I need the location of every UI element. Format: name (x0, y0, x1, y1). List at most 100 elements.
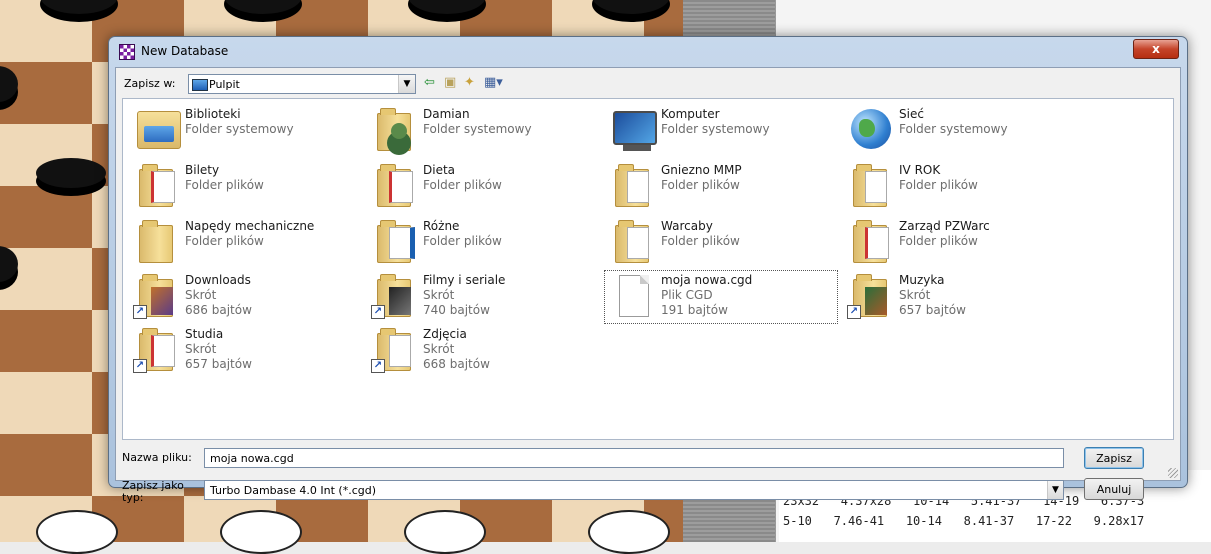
up-folder-icon[interactable]: ▣ (444, 76, 456, 90)
list-item-iv-rok[interactable]: IV ROK Folder plików (843, 161, 1075, 213)
item-size: 657 bajtów (899, 303, 966, 317)
user-folder-icon (371, 107, 417, 153)
folder-icon (847, 163, 893, 209)
item-type: Folder plików (899, 234, 978, 248)
filetype-value: Turbo Dambase 4.0 Int (*.cgd) (210, 484, 377, 497)
item-name: Gniezno MMP (661, 163, 742, 177)
app-icon (119, 44, 135, 60)
list-item-napedy-mechaniczne[interactable]: Napędy mechaniczne Folder plików (129, 217, 361, 269)
item-type: Skrót (423, 342, 455, 356)
filetype-select[interactable]: Turbo Dambase 4.0 Int (*.cgd) ▼ (204, 480, 1064, 500)
move-log-row: 5-10 7.46-41 10-14 8.41-37 17-22 9.28x17 (783, 514, 1145, 528)
item-size: 657 bajtów (185, 357, 252, 371)
folder-icon (847, 219, 893, 265)
shortcut-icon: ↗ (371, 327, 417, 373)
list-item-gniezno-mmp[interactable]: Gniezno MMP Folder plików (605, 161, 837, 213)
list-item-filmy-i-seriale[interactable]: ↗ Filmy i seriale Skrót 740 bajtów (367, 271, 599, 323)
list-item-bilety[interactable]: Bilety Folder plików (129, 161, 361, 213)
shortcut-icon: ↗ (371, 273, 417, 319)
item-size: 191 bajtów (661, 303, 728, 317)
close-button[interactable]: x (1133, 39, 1179, 59)
item-type: Skrót (185, 288, 217, 302)
filetype-label-line2: typ: (122, 491, 144, 504)
new-folder-icon[interactable]: ✦ (464, 76, 475, 90)
item-name: Dieta (423, 163, 456, 177)
list-item-warcaby[interactable]: Warcaby Folder plików (605, 217, 837, 269)
item-type: Folder plików (899, 178, 978, 192)
list-item-komputer[interactable]: Komputer Folder systemowy (605, 105, 837, 157)
white-piece[interactable] (36, 510, 118, 554)
folder-icon (371, 163, 417, 209)
library-icon (133, 107, 181, 153)
item-type: Folder plików (661, 234, 740, 248)
item-type: Skrót (899, 288, 931, 302)
save-in-label: Zapisz w: (124, 77, 176, 90)
file-list[interactable]: Biblioteki Folder systemowy Damian Folde… (122, 98, 1174, 440)
item-name: Filmy i seriale (423, 273, 506, 287)
view-menu-icon[interactable]: ▦▾ (484, 76, 503, 90)
list-item-damian[interactable]: Damian Folder systemowy (367, 105, 599, 157)
list-item-muzyka[interactable]: ↗ Muzyka Skrót 657 bajtów (843, 271, 1075, 323)
item-name: Damian (423, 107, 470, 121)
list-item-studia[interactable]: ↗ Studia Skrót 657 bajtów (129, 325, 361, 377)
item-name: Studia (185, 327, 224, 341)
location-toolbar: Zapisz w: Pulpit ▼ ⇦ ▣ ✦ ▦▾ (116, 68, 1180, 98)
item-type: Skrót (185, 342, 217, 356)
folder-icon (609, 219, 655, 265)
list-item-zdjecia[interactable]: ↗ Zdjęcia Skrót 668 bajtów (367, 325, 599, 377)
filename-input[interactable]: moja nowa.cgd (204, 448, 1064, 468)
list-item-downloads[interactable]: ↗ Downloads Skrót 686 bajtów (129, 271, 361, 323)
item-name: IV ROK (899, 163, 941, 177)
list-item-zarzad-pzwarc[interactable]: Zarząd PZWarc Folder plików (843, 217, 1075, 269)
list-item-siec[interactable]: Sieć Folder systemowy (843, 105, 1075, 157)
filename-label: Nazwa pliku: (122, 451, 192, 464)
cancel-button[interactable]: Anuluj (1084, 478, 1144, 500)
chevron-down-icon[interactable]: ▼ (1047, 481, 1063, 499)
item-name: moja nowa.cgd (661, 273, 753, 287)
dialog-body: Zapisz w: Pulpit ▼ ⇦ ▣ ✦ ▦▾ Biblioteki F… (115, 67, 1181, 504)
shortcut-icon: ↗ (847, 273, 893, 319)
item-type: Folder plików (661, 178, 740, 192)
list-item-biblioteki[interactable]: Biblioteki Folder systemowy (129, 105, 361, 157)
desktop-icon (192, 79, 208, 91)
item-type: Folder plików (423, 178, 502, 192)
item-name: Bilety (185, 163, 220, 177)
item-name: Zarząd PZWarc (899, 219, 990, 233)
list-item-rozne[interactable]: Różne Folder plików (367, 217, 599, 269)
item-name: Napędy mechaniczne (185, 219, 315, 233)
chevron-down-icon[interactable]: ▼ (398, 75, 415, 93)
shortcut-icon: ↗ (133, 327, 179, 373)
back-arrow-icon[interactable]: ⇦ (424, 76, 435, 90)
new-database-dialog: New Database x Zapisz w: Pulpit ▼ ⇦ ▣ ✦ … (108, 36, 1188, 504)
save-in-value: Pulpit (209, 78, 240, 91)
item-type: Folder systemowy (899, 122, 1008, 136)
title-bar[interactable]: New Database x (109, 37, 1187, 67)
item-name: Muzyka (899, 273, 945, 287)
white-piece[interactable] (404, 510, 486, 554)
item-name: Warcaby (661, 219, 713, 233)
item-type: Skrót (423, 288, 455, 302)
white-piece[interactable] (588, 510, 670, 554)
network-icon (847, 107, 893, 153)
list-item-moja-nowa-cgd[interactable]: moja nowa.cgd Plik CGD 191 bajtów (604, 270, 838, 324)
save-in-combo[interactable]: Pulpit ▼ (188, 74, 416, 94)
resize-grip[interactable] (1168, 468, 1178, 478)
item-type: Plik CGD (661, 288, 713, 302)
filename-value: moja nowa.cgd (210, 452, 294, 465)
item-name: Biblioteki (185, 107, 241, 121)
folder-icon (371, 219, 417, 265)
list-item-dieta[interactable]: Dieta Folder plików (367, 161, 599, 213)
item-type: Folder systemowy (661, 122, 770, 136)
item-name: Zdjęcia (423, 327, 467, 341)
item-name: Różne (423, 219, 460, 233)
item-name: Komputer (661, 107, 720, 121)
folder-icon (133, 163, 179, 209)
item-name: Downloads (185, 273, 251, 287)
item-type: Folder plików (185, 234, 264, 248)
file-icon (609, 273, 655, 319)
black-piece[interactable] (36, 158, 106, 188)
white-piece[interactable] (220, 510, 302, 554)
dialog-title: New Database (141, 44, 229, 58)
save-button[interactable]: Zapisz (1084, 447, 1144, 469)
item-type: Folder plików (185, 178, 264, 192)
